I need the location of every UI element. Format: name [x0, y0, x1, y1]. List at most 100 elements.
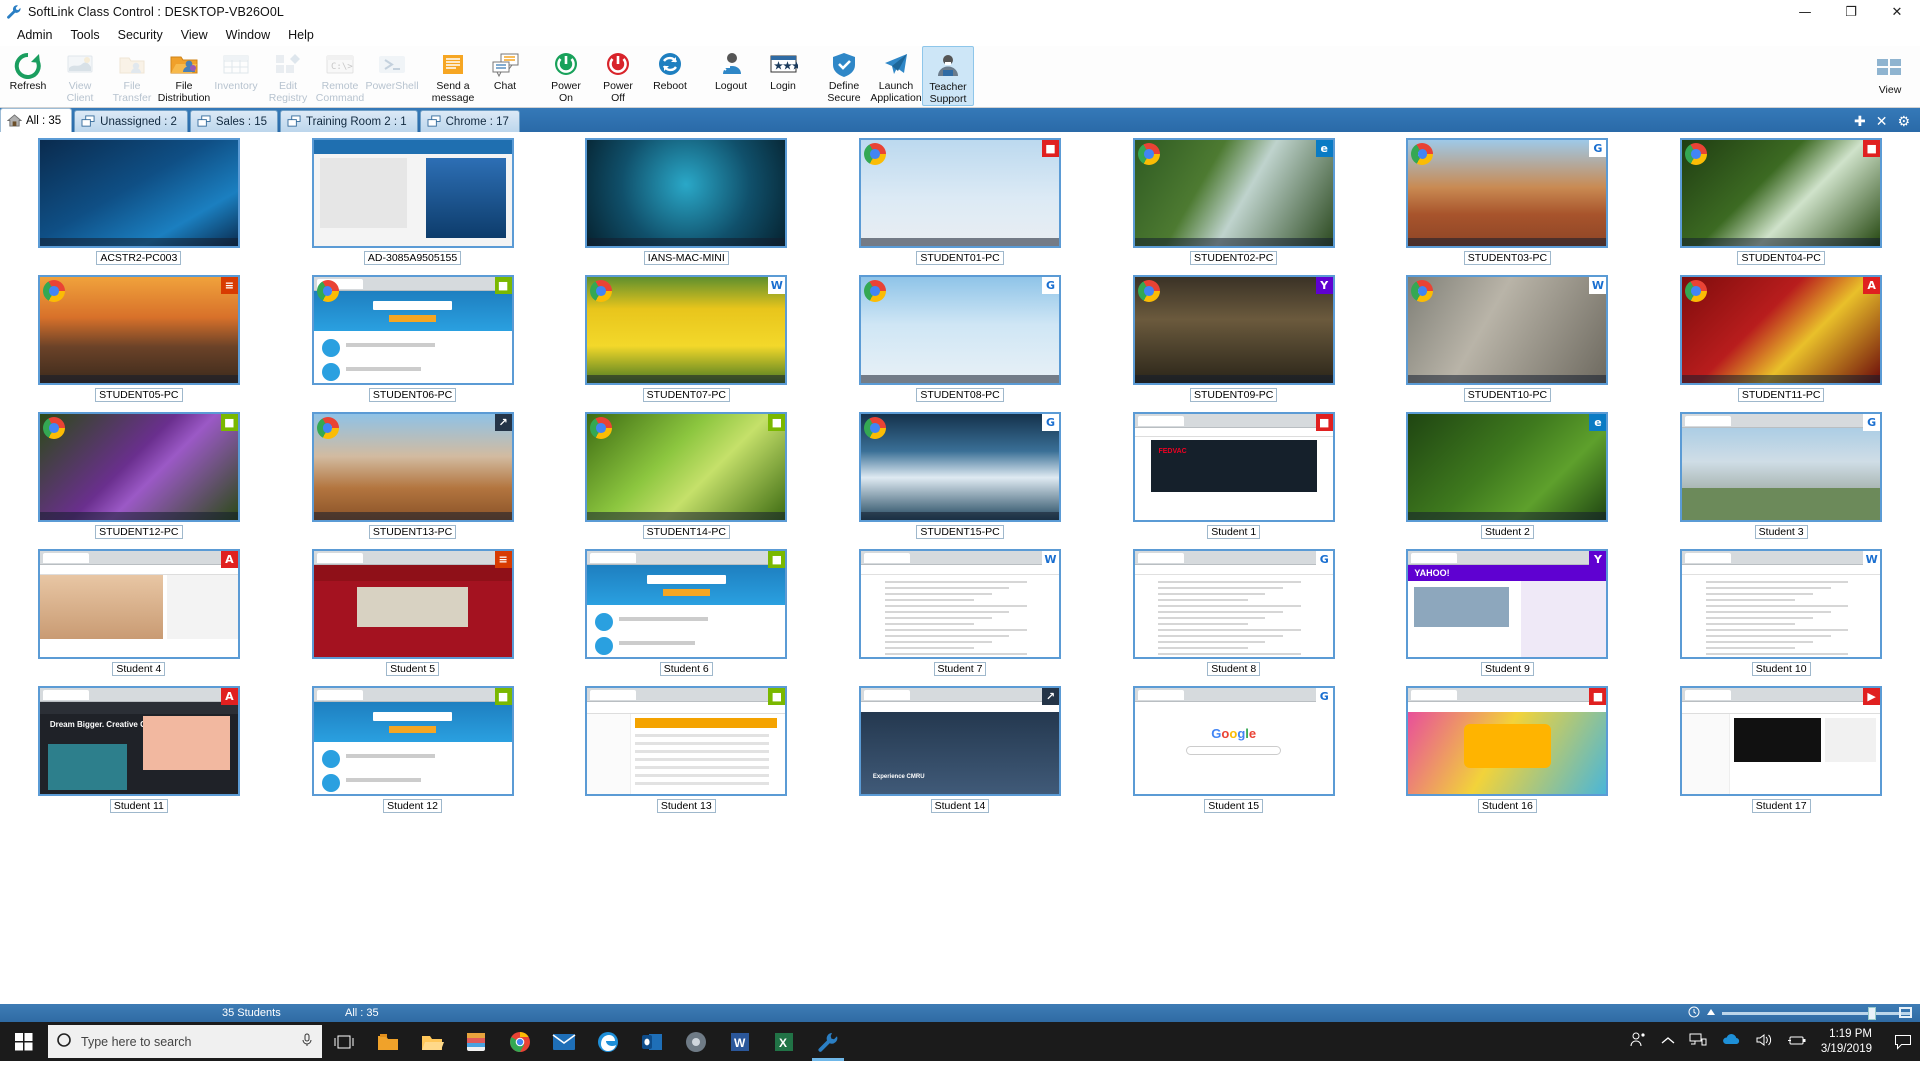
close-tab-button[interactable]: ✕: [1876, 115, 1888, 129]
toolbar-button-login[interactable]: ★★★★ Login: [757, 46, 809, 106]
client-preview[interactable]: [37, 138, 240, 248]
client-preview[interactable]: [311, 138, 514, 248]
client-preview[interactable]: ■: [37, 412, 240, 522]
client-thumbnail[interactable]: FEDVAC ■ Student 1: [1099, 412, 1369, 549]
close-button[interactable]: ✕: [1874, 0, 1920, 24]
client-thumbnail[interactable]: G Student 3: [1646, 412, 1916, 549]
group-tab-unassigned[interactable]: Unassigned : 2: [74, 110, 188, 132]
client-preview[interactable]: G: [1680, 412, 1883, 522]
menu-item-view[interactable]: View: [172, 26, 217, 44]
taskbar-media-icon[interactable]: [674, 1022, 718, 1061]
toolbar-button-reboot[interactable]: Reboot: [644, 46, 696, 106]
client-preview[interactable]: Dream Bigger. Creative Cloud. A: [37, 686, 240, 796]
client-preview[interactable]: A: [1680, 275, 1883, 385]
onedrive-icon[interactable]: [1721, 1033, 1741, 1050]
client-preview[interactable]: YAHOO! Y: [1406, 549, 1609, 659]
taskbar-softlink-icon[interactable]: [806, 1022, 850, 1061]
task-view-icon[interactable]: [322, 1022, 366, 1061]
toolbar-button-teacher-support[interactable]: Teacher Support: [922, 46, 974, 106]
taskbar-word-icon[interactable]: W: [718, 1022, 762, 1061]
taskbar-edge-icon[interactable]: [586, 1022, 630, 1061]
client-thumbnail[interactable]: A STUDENT11-PC: [1646, 275, 1916, 412]
client-thumbnail[interactable]: Google G Student 15: [1099, 686, 1369, 823]
group-tab-training-room-2[interactable]: Training Room 2 : 1: [280, 110, 418, 132]
client-preview[interactable]: A: [37, 549, 240, 659]
client-preview[interactable]: ■: [585, 686, 788, 796]
toolbar-button-send-a-message[interactable]: Send a message: [427, 46, 479, 106]
menu-item-security[interactable]: Security: [109, 26, 172, 44]
toolbar-button-logout[interactable]: Logout: [705, 46, 757, 106]
group-tab-all[interactable]: All : 35: [0, 108, 73, 132]
action-center-icon[interactable]: [1892, 1022, 1914, 1061]
taskbar-clock[interactable]: 1:19 PM 3/19/2019: [1821, 1027, 1878, 1057]
client-thumbnail[interactable]: G STUDENT08-PC: [825, 275, 1095, 412]
volume-icon[interactable]: [1755, 1032, 1773, 1051]
client-preview[interactable]: [585, 138, 788, 248]
client-preview[interactable]: W: [1406, 275, 1609, 385]
client-thumbnail[interactable]: Experience CMRU ↗ Student 14: [825, 686, 1095, 823]
client-thumbnail[interactable]: G Student 8: [1099, 549, 1369, 686]
maximize-icon[interactable]: [1899, 1006, 1912, 1018]
client-preview[interactable]: FEDVAC ■: [1132, 412, 1335, 522]
triangle-up-icon[interactable]: [1706, 1007, 1716, 1020]
client-thumbnail[interactable]: ■ Student 12: [278, 686, 548, 823]
client-thumbnail[interactable]: ■ STUDENT06-PC: [278, 275, 548, 412]
show-hidden-icons-icon[interactable]: [1661, 1035, 1675, 1049]
slider-handle[interactable]: [1868, 1006, 1876, 1020]
toolbar-button-chat[interactable]: Chat: [479, 46, 531, 106]
client-preview[interactable]: Google G: [1132, 686, 1335, 796]
client-thumbnail[interactable]: Y STUDENT09-PC: [1099, 275, 1369, 412]
toolbar-button-define-secure[interactable]: Define Secure: [818, 46, 870, 106]
group-tab-chrome[interactable]: Chrome : 17: [419, 110, 520, 132]
toolbar-button-view-layout[interactable]: View: [1864, 50, 1916, 110]
menu-item-tools[interactable]: Tools: [61, 26, 108, 44]
client-preview[interactable]: Y: [1132, 275, 1335, 385]
client-thumbnail[interactable]: ■ STUDENT01-PC: [825, 138, 1095, 275]
toolbar-button-file-distribution[interactable]: File Distribution: [158, 46, 210, 106]
client-preview[interactable]: G: [858, 412, 1061, 522]
maximize-button[interactable]: ❐: [1828, 0, 1874, 24]
taskbar-chrome-icon[interactable]: [498, 1022, 542, 1061]
microphone-icon[interactable]: [300, 1032, 314, 1051]
client-preview[interactable]: W: [585, 275, 788, 385]
client-preview[interactable]: ■: [1406, 686, 1609, 796]
client-thumbnail[interactable]: ■ STUDENT04-PC: [1646, 138, 1916, 275]
toolbar-button-power-off[interactable]: Power Off: [592, 46, 644, 106]
client-thumbnail[interactable]: G STUDENT15-PC: [825, 412, 1095, 549]
people-icon[interactable]: [1629, 1031, 1647, 1052]
client-thumbnail[interactable]: ≡ Student 5: [278, 549, 548, 686]
client-thumbnail[interactable]: ACSTR2-PC003: [4, 138, 274, 275]
group-tab-sales[interactable]: Sales : 15: [189, 110, 279, 132]
client-preview[interactable]: G: [858, 275, 1061, 385]
client-thumbnail[interactable]: ■ Student 6: [551, 549, 821, 686]
client-preview[interactable]: W: [858, 549, 1061, 659]
client-preview[interactable]: ■: [311, 686, 514, 796]
search-input[interactable]: Type here to search: [48, 1025, 322, 1058]
client-preview[interactable]: ■: [1680, 138, 1883, 248]
client-preview[interactable]: ≡: [37, 275, 240, 385]
tab-settings-button[interactable]: ⚙: [1897, 115, 1910, 129]
taskbar-mail-icon[interactable]: [542, 1022, 586, 1061]
taskbar-explorer-pinned-icon[interactable]: [366, 1022, 410, 1061]
client-preview[interactable]: W: [1680, 549, 1883, 659]
minimize-button[interactable]: —: [1782, 0, 1828, 24]
client-preview[interactable]: ↗: [311, 412, 514, 522]
client-thumbnail[interactable]: G STUDENT03-PC: [1373, 138, 1643, 275]
thumbnail-size-slider[interactable]: [1722, 1006, 1912, 1020]
client-thumbnail[interactable]: AD-3085A9505155: [278, 138, 548, 275]
client-preview[interactable]: ■: [585, 412, 788, 522]
toolbar-button-power-on[interactable]: Power On: [540, 46, 592, 106]
client-preview[interactable]: e: [1406, 412, 1609, 522]
client-thumbnail[interactable]: ≡ STUDENT05-PC: [4, 275, 274, 412]
client-preview[interactable]: ≡: [311, 549, 514, 659]
client-thumbnail[interactable]: IANS-MAC-MINI: [551, 138, 821, 275]
client-thumbnail[interactable]: Dream Bigger. Creative Cloud. A Student 11: [4, 686, 274, 823]
client-preview[interactable]: ▶: [1680, 686, 1883, 796]
client-preview[interactable]: ■: [585, 549, 788, 659]
client-preview[interactable]: ■: [311, 275, 514, 385]
client-thumbnail[interactable]: W Student 10: [1646, 549, 1916, 686]
menu-item-admin[interactable]: Admin: [8, 26, 61, 44]
client-thumbnail[interactable]: W STUDENT07-PC: [551, 275, 821, 412]
client-thumbnail[interactable]: ■ Student 16: [1373, 686, 1643, 823]
client-thumbnail[interactable]: e STUDENT02-PC: [1099, 138, 1369, 275]
